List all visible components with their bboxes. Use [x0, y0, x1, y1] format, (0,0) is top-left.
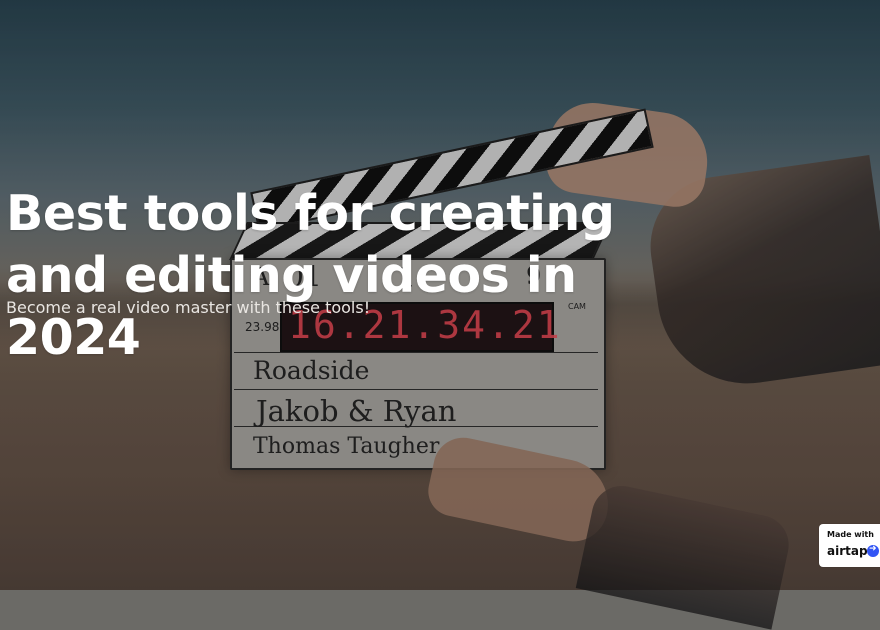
arrow-right-icon	[867, 544, 879, 557]
airtap-brand: airtap	[827, 544, 868, 558]
hero-title: Best tools for creating and editing vide…	[6, 184, 615, 366]
hero-subtitle: Become a real video master with these to…	[6, 298, 371, 317]
made-with-airtap-badge[interactable]: Made with airtap	[819, 524, 880, 567]
made-with-label: Made with	[827, 530, 874, 539]
